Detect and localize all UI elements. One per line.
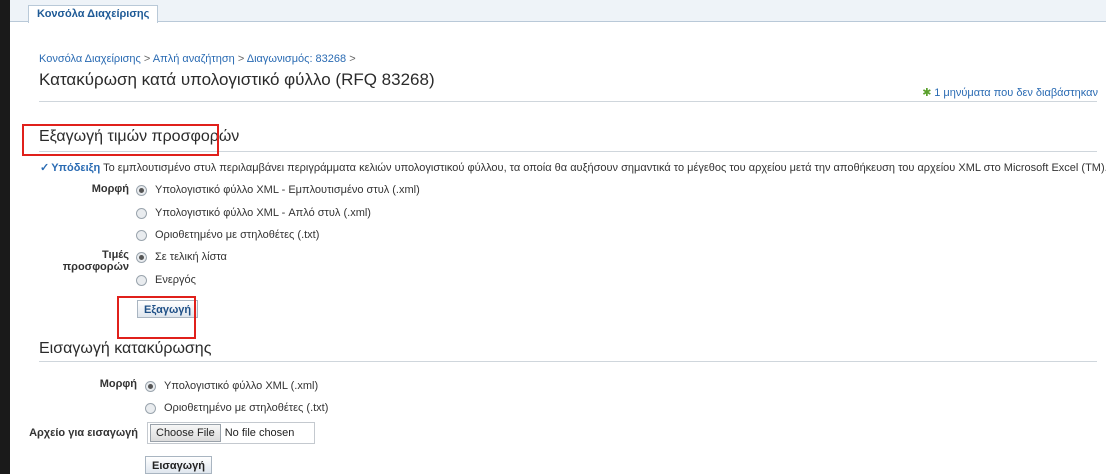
export-format-option-rich-xml[interactable]: Υπολογιστικό φύλλο XML - Εμπλουτισμένο σ… <box>136 184 420 196</box>
tab-bar: Κονσόλα Διαχείρισης <box>10 0 1106 23</box>
breadcrumb: Κονσόλα Διαχείρισης > Απλή αναζήτηση > Δ… <box>39 53 356 65</box>
import-format-option-tab-txt[interactable]: Οριοθετημένο με στηλοθέτες (.txt) <box>145 402 328 414</box>
export-hint: ✓ Υπόδειξη Το εμπλουτισμένο στυλ περιλαμβ… <box>40 161 1106 174</box>
page-title: Κατακύρωση κατά υπολογιστικό φύλλο (RFQ … <box>39 70 435 89</box>
hint-text: Το εμπλουτισμένο στυλ περιλαμβάνει περιγ… <box>103 162 1106 174</box>
choose-file-button[interactable]: Choose File <box>150 424 221 442</box>
export-format-label: Μορφή <box>91 183 129 195</box>
star-icon: ✱ <box>922 87 932 99</box>
radio-button[interactable] <box>145 402 156 414</box>
breadcrumb-separator: > <box>237 53 245 65</box>
option-label: Υπολογιστικό φύλλο XML - Απλό στυλ (.xml… <box>155 207 371 219</box>
radio-button[interactable] <box>145 380 156 392</box>
bid-prices-label: Τιμές προσφορών <box>62 249 129 273</box>
option-label: Ενεργός <box>155 274 196 286</box>
import-format-option-xml[interactable]: Υπολογιστικό φύλλο XML (.xml) <box>145 380 318 392</box>
tab-admin-console[interactable]: Κονσόλα Διαχείρισης <box>28 5 159 23</box>
option-label: Υπολογιστικό φύλλο XML (.xml) <box>164 380 319 392</box>
file-to-import-label: Αρχείο για εισαγωγή <box>29 427 138 439</box>
radio-button[interactable] <box>136 251 147 263</box>
import-section-title: Εισαγωγή κατακύρωσης <box>39 340 212 357</box>
annotation-box-export-button <box>117 296 196 339</box>
unread-messages-link[interactable]: ✱ 1 μηνύματα που δεν διαβάστηκαν <box>922 87 1098 99</box>
file-input[interactable]: Choose File No file chosen <box>147 422 315 444</box>
export-format-option-tab-txt[interactable]: Οριοθετημένο με στηλοθέτες (.txt) <box>136 229 319 241</box>
file-status-text: No file chosen <box>224 427 295 439</box>
breadcrumb-item-rfq[interactable]: Διαγωνισμός: 83268 <box>247 53 346 65</box>
left-edge-bar <box>0 0 10 474</box>
checkmark-icon: ✓ <box>40 162 50 174</box>
page-frame: Κονσόλα Διαχείρισης Κονσόλα Διαχείρισης … <box>0 0 1106 474</box>
import-format-label: Μορφή <box>99 378 137 390</box>
breadcrumb-separator: > <box>349 53 356 65</box>
bid-prices-option-active[interactable]: Ενεργός <box>136 274 196 286</box>
option-label: Υπολογιστικό φύλλο XML - Εμπλουτισμένο σ… <box>155 184 420 196</box>
unread-messages-text: 1 μηνύματα που δεν διαβάστηκαν <box>934 87 1098 99</box>
radio-button[interactable] <box>136 184 147 196</box>
option-label: Σε τελική λίστα <box>155 251 227 263</box>
import-section-divider <box>39 361 1097 362</box>
title-divider <box>39 101 1097 102</box>
import-button[interactable]: Εισαγωγή <box>145 456 212 474</box>
annotation-box-export-title <box>22 124 219 156</box>
radio-button[interactable] <box>136 274 147 286</box>
breadcrumb-separator: > <box>143 53 151 65</box>
option-label: Οριοθετημένο με στηλοθέτες (.txt) <box>155 229 320 241</box>
hint-label: Υπόδειξη <box>51 162 101 174</box>
export-format-option-simple-xml[interactable]: Υπολογιστικό φύλλο XML - Απλό στυλ (.xml… <box>136 207 371 219</box>
option-label: Οριοθετημένο με στηλοθέτες (.txt) <box>164 402 329 414</box>
bid-prices-option-shortlist[interactable]: Σε τελική λίστα <box>136 251 227 263</box>
radio-button[interactable] <box>136 229 147 241</box>
breadcrumb-item-simple-search[interactable]: Απλή αναζήτηση <box>153 53 235 65</box>
breadcrumb-item-admin-console[interactable]: Κονσόλα Διαχείρισης <box>39 53 141 65</box>
radio-button[interactable] <box>136 207 147 219</box>
